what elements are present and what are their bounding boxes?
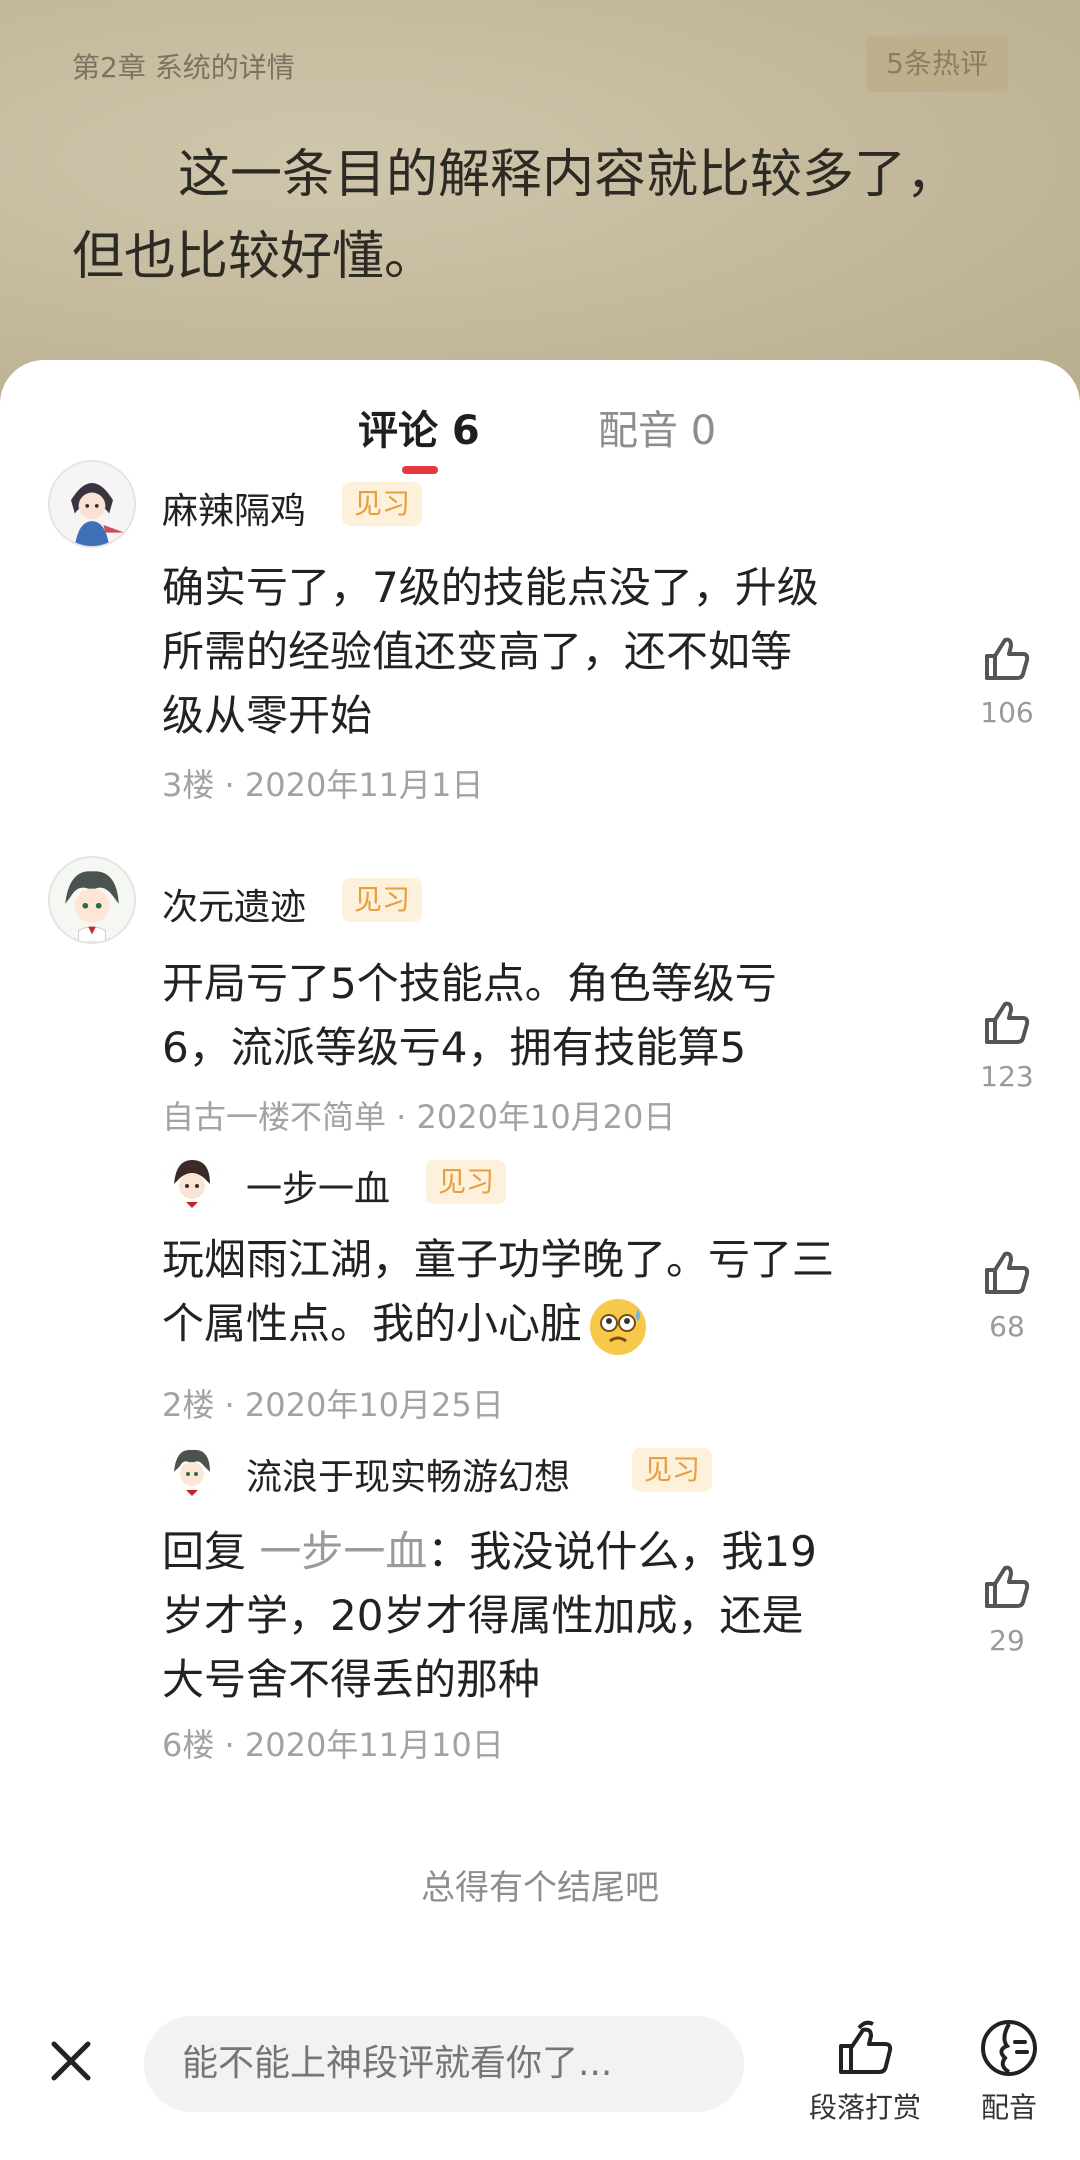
comment-text: 开局亏了5个技能点。角色等级亏 6，流派等级亏4，拥有技能算5 bbox=[162, 952, 942, 1080]
level-badge: 见习 bbox=[342, 482, 423, 526]
reader-page: 第2章 系统的详情 5条热评 这一条目的解释内容就比较多了， 但也比较好懂。 bbox=[0, 0, 1080, 400]
chapter-title: 第2章 系统的详情 bbox=[72, 51, 295, 84]
reply-to-link[interactable]: 一步一血 bbox=[259, 1527, 427, 1576]
comment-line: 玩烟雨江湖，童子功学晚了。亏了三 bbox=[162, 1235, 835, 1284]
boy-avatar-icon[interactable] bbox=[48, 856, 136, 944]
passage-line-1: 这一条目的解释内容就比较多了， bbox=[178, 145, 959, 205]
like-count: 106 bbox=[980, 696, 1034, 729]
close-button[interactable] bbox=[46, 2036, 96, 2086]
comment-line: 开局亏了5个技能点。角色等级亏 bbox=[162, 959, 777, 1008]
tab-comments[interactable]: 评论 6 bbox=[358, 398, 480, 456]
dubbing-button[interactable]: 配音 bbox=[944, 2016, 1074, 2126]
reply-text: 回复 一步一血：我没说什么，我19 岁才学，20岁才得属性加成，还是 大号舍不得… bbox=[162, 1520, 942, 1712]
reply-username[interactable]: 流浪于现实畅游幻想 bbox=[246, 1448, 570, 1500]
thumbs-up-icon bbox=[985, 1565, 1030, 1608]
hot-comments-badge[interactable]: 5条热评 bbox=[866, 36, 1008, 92]
thumbs-up-icon bbox=[985, 637, 1030, 680]
like-button[interactable]: 106 bbox=[972, 632, 1042, 729]
comment-input[interactable] bbox=[144, 2016, 744, 2112]
close-icon bbox=[51, 2041, 91, 2081]
reply-colon: ： bbox=[427, 1527, 470, 1576]
comment-line: 级从零开始 bbox=[162, 691, 373, 740]
reply-meta: 6楼 · 2020年11月10日 bbox=[162, 1726, 504, 1764]
comment-line: 我没说什么，我19 bbox=[469, 1527, 817, 1576]
thumbs-up-icon bbox=[985, 1001, 1030, 1044]
comment-meta: 3楼 · 2020年11月1日 bbox=[162, 766, 484, 804]
like-count: 29 bbox=[989, 1624, 1025, 1657]
tab-indicator bbox=[402, 466, 438, 474]
comment-username[interactable]: 麻辣隔鸡 bbox=[162, 482, 306, 534]
passage-text: 这一条目的解释内容就比较多了， 但也比较好懂。 bbox=[72, 134, 1012, 298]
comment-line: 大号舍不得丢的那种 bbox=[162, 1655, 541, 1704]
like-count: 123 bbox=[980, 1060, 1034, 1093]
like-button[interactable]: 123 bbox=[972, 996, 1042, 1093]
comment-line: 个属性点。我的小心脏 bbox=[162, 1299, 583, 1348]
end-of-list-note: 总得有个结尾吧 bbox=[421, 1868, 659, 1908]
comment-line: 6，流派等级亏4，拥有技能算5 bbox=[162, 1023, 747, 1072]
reply-text: 玩烟雨江湖，童子功学晚了。亏了三 个属性点。我的小心脏 bbox=[162, 1228, 942, 1359]
chibi-avatar-icon[interactable] bbox=[164, 1154, 220, 1210]
dubbing-face-icon bbox=[981, 2020, 1037, 2076]
comment-username[interactable]: 次元遗迹 bbox=[162, 878, 306, 930]
dubbing-label: 配音 bbox=[980, 2091, 1037, 2124]
reward-label: 段落打赏 bbox=[808, 2091, 921, 2124]
level-badge: 见习 bbox=[632, 1448, 713, 1492]
thumbs-up-icon bbox=[985, 1251, 1030, 1294]
reply-prefix: 回复 bbox=[162, 1527, 260, 1576]
paragraph-reward-button[interactable]: 段落打赏 bbox=[800, 2016, 930, 2126]
reply-meta: 2楼 · 2020年10月25日 bbox=[162, 1386, 504, 1424]
reply-username[interactable]: 一步一血 bbox=[246, 1160, 390, 1212]
comment-line: 确实亏了，7级的技能点没了，升级 bbox=[162, 563, 819, 612]
comment-meta: 自古一楼不简单 · 2020年10月20日 bbox=[162, 1098, 676, 1136]
reward-hand-icon bbox=[839, 2020, 893, 2074]
girl-avatar-icon[interactable] bbox=[48, 460, 136, 548]
comment-text: 确实亏了，7级的技能点没了，升级 所需的经验值还变高了，还不如等 级从零开始 bbox=[162, 556, 942, 748]
like-count: 68 bbox=[989, 1310, 1025, 1343]
worried-face-emoji-icon bbox=[586, 1295, 650, 1359]
level-badge: 见习 bbox=[342, 878, 423, 922]
tab-dubbing[interactable]: 配音 0 bbox=[598, 398, 716, 456]
comment-line: 所需的经验值还变高了，还不如等 bbox=[162, 627, 793, 676]
like-button[interactable]: 29 bbox=[972, 1560, 1042, 1657]
like-button[interactable]: 68 bbox=[972, 1246, 1042, 1343]
boy-avatar-icon[interactable] bbox=[164, 1442, 220, 1498]
comment-line: 岁才学，20岁才得属性加成，还是 bbox=[162, 1591, 804, 1640]
passage-line-2: 但也比较好懂。 bbox=[72, 227, 437, 287]
level-badge: 见习 bbox=[426, 1160, 507, 1204]
